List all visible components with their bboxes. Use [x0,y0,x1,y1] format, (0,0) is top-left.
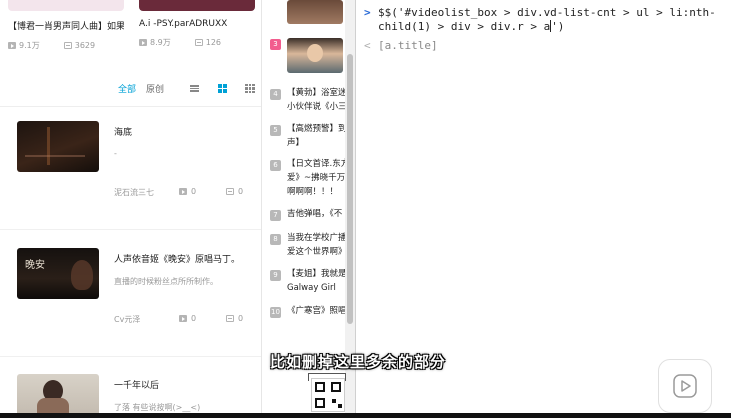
video-description: 了落 有些说按啊(>__<) [114,403,201,412]
output-arrow-icon: < [364,39,371,52]
scrollbar-thumb[interactable] [347,54,353,324]
console-command-close[interactable]: ') [551,20,564,33]
qr-code-icon [311,378,345,412]
list-item[interactable]: 海底 - 泥石流三七 0 0 [17,121,257,211]
video-thumbnail[interactable] [17,374,99,418]
list-item[interactable]: 晚安 人声依音姬《晚安》原唱马丁。 直播的时候粉丝点所所制作。 Cv元泽 0 0 [17,248,257,338]
comment-count: 0 [238,314,244,323]
comment-count: 0 [238,187,244,196]
play-count-icon [8,42,16,49]
divider [0,229,261,230]
thumbnail-caption: 晚安 [25,260,45,271]
video-title[interactable]: 人声依音姬《晚安》原唱马丁。 [114,252,240,265]
console-command-line-1[interactable]: $$('#videolist_box > div.vd-list-cnt > u… [378,6,716,20]
rank-title[interactable]: 【日文首译.东方 爱》~拂晓千万 啊啊啊！！！ [287,157,345,199]
video-thumbnail[interactable] [17,121,99,172]
small-grid-view-icon[interactable] [244,83,256,94]
video-thumbnail[interactable] [139,0,255,11]
console-output-value[interactable]: [a.title] [378,39,438,53]
rank-title[interactable]: 【黄勃】浴室迷 小伙伴说《小三 [287,86,345,114]
rank-number: 6 [270,160,281,171]
video-subtitle: 比如删掉这里多余的部分 [270,353,447,371]
video-progress-bar[interactable] [0,413,731,418]
play-count: 0 [191,187,197,196]
rank-number: 5 [270,125,281,136]
video-list-panel: 【博君一肖男声同人曲】如果 9.1万 3629 A.i -PSY.parADRU… [0,0,262,418]
divider [0,106,261,107]
top-video-card-2[interactable]: A.i -PSY.parADRUXX 8.9万 126 [139,0,255,48]
divider [0,356,261,357]
video-thumbnail[interactable]: 晚安 [17,248,99,299]
play-count: 0 [191,314,197,323]
console-command-line-2[interactable]: child(1) > div > div.r > a [378,20,550,33]
list-item[interactable]: 一千年以后 了落 有些说按啊(>__<) [17,374,257,418]
video-title[interactable]: 海底 [114,125,132,138]
play-count: 8.9万 [150,38,171,47]
top-video-card-1[interactable]: 【博君一肖男声同人曲】如果 9.1万 3629 [8,0,124,51]
video-description: - [114,149,117,158]
comment-count: 126 [205,38,222,47]
filter-bar: 全部 原创 [118,82,256,95]
uploader-name[interactable]: Cv元泽 [114,314,140,325]
play-count: 9.1万 [19,41,40,50]
comment-count-icon [226,188,234,195]
rank-number: 7 [270,210,281,221]
comment-count-icon [194,39,203,46]
rank-title[interactable]: 当我在学校广播 爱这个世界啊》 [287,231,345,259]
rank-number: 4 [270,89,281,100]
video-title[interactable]: 【博君一肖男声同人曲】如果 [8,19,124,32]
rank-thumbnail[interactable] [287,0,343,24]
video-title[interactable]: A.i -PSY.parADRUXX [139,19,255,29]
rank-number: 3 [270,39,281,50]
filter-tab-all[interactable]: 全部 [118,82,136,95]
console-prompt-icon: > [364,6,371,19]
video-title[interactable]: 一千年以后 [114,378,159,391]
play-count-icon [179,188,187,195]
play-button[interactable] [658,359,712,413]
rank-title[interactable]: 《广寒宫》照唱 [287,304,345,318]
rank-title[interactable]: 【高燃预警】到 声】 [287,122,345,150]
rank-title[interactable]: 【麦姐】我就是 Galway Girl [287,267,345,295]
list-view-icon[interactable] [188,84,200,94]
comment-count-icon [226,315,234,322]
rank-title[interactable]: 吉他弹唱，《不 [287,207,345,221]
rank-thumbnail[interactable] [287,38,343,73]
play-icon [673,374,697,398]
comment-count: 3629 [74,41,96,50]
comment-count-icon [63,42,72,49]
play-count-icon [139,39,147,46]
rank-number: 9 [270,270,281,281]
video-description: 直播的时候粉丝点所所制作。 [114,277,218,286]
uploader-name[interactable]: 泥石流三七 [114,187,154,198]
rank-number: 8 [270,234,281,245]
grid-view-icon[interactable] [216,84,228,94]
rank-number: 10 [270,307,281,318]
filter-tab-original[interactable]: 原创 [146,82,164,95]
play-count-icon [179,315,187,322]
video-thumbnail[interactable] [8,0,124,11]
